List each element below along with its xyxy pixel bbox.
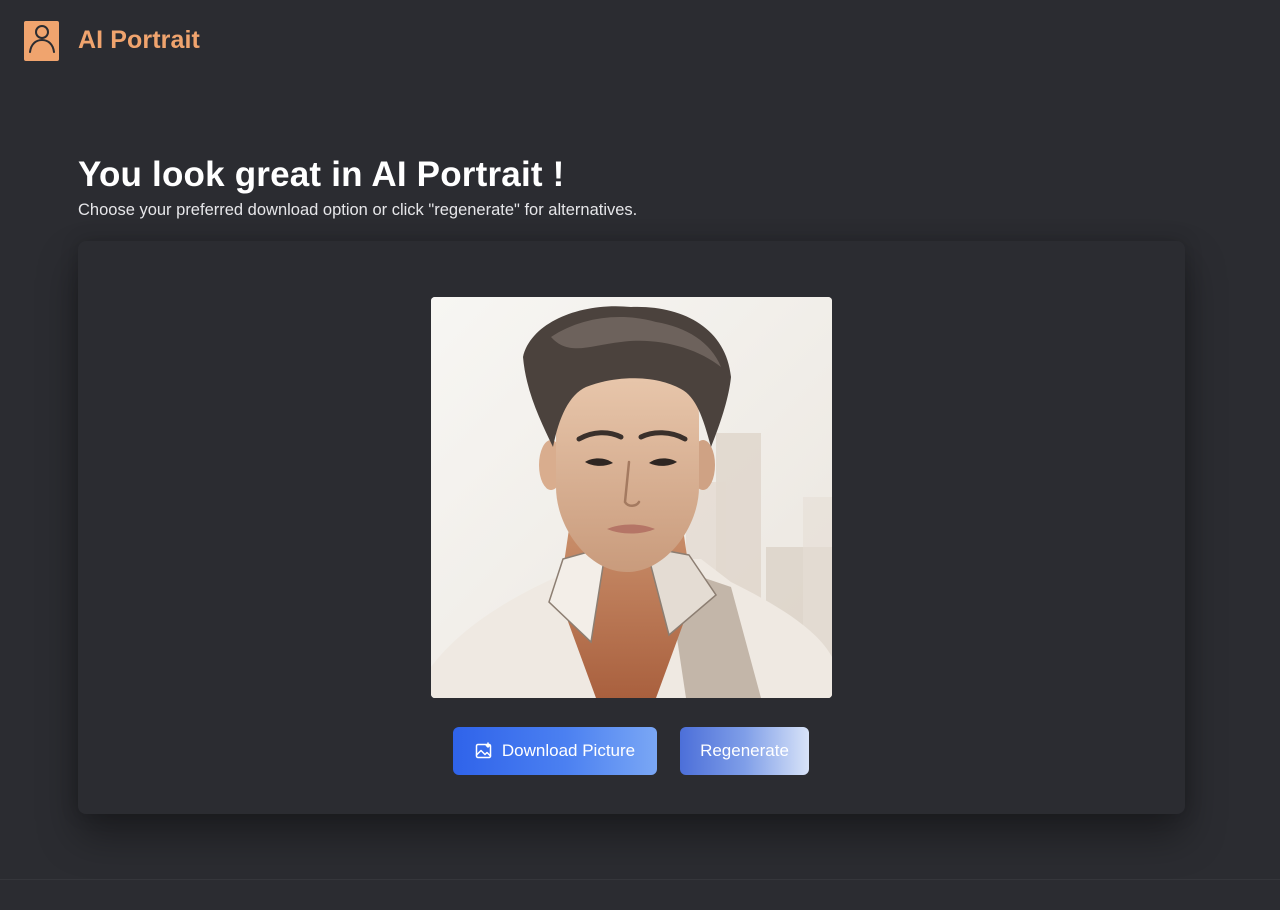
- page-title: You look great in AI Portrait !: [78, 155, 565, 194]
- footer-divider: [0, 879, 1280, 880]
- user-icon: [28, 23, 56, 58]
- app-header: AI Portrait: [24, 20, 200, 61]
- logo[interactable]: [24, 20, 59, 61]
- download-picture-label: Download Picture: [501, 741, 636, 760]
- regenerate-button[interactable]: Regenerate: [680, 727, 809, 775]
- brand-name[interactable]: AI Portrait: [78, 26, 200, 55]
- image-download-icon: [475, 742, 493, 760]
- result-card: Download Picture Regenerate: [78, 241, 1185, 814]
- download-picture-button[interactable]: Download Picture: [453, 727, 657, 775]
- page-subtitle: Choose your preferred download option or…: [78, 201, 638, 219]
- page: AI Portrait You look great in AI Portrai…: [0, 0, 1280, 910]
- portrait-image: [431, 297, 832, 698]
